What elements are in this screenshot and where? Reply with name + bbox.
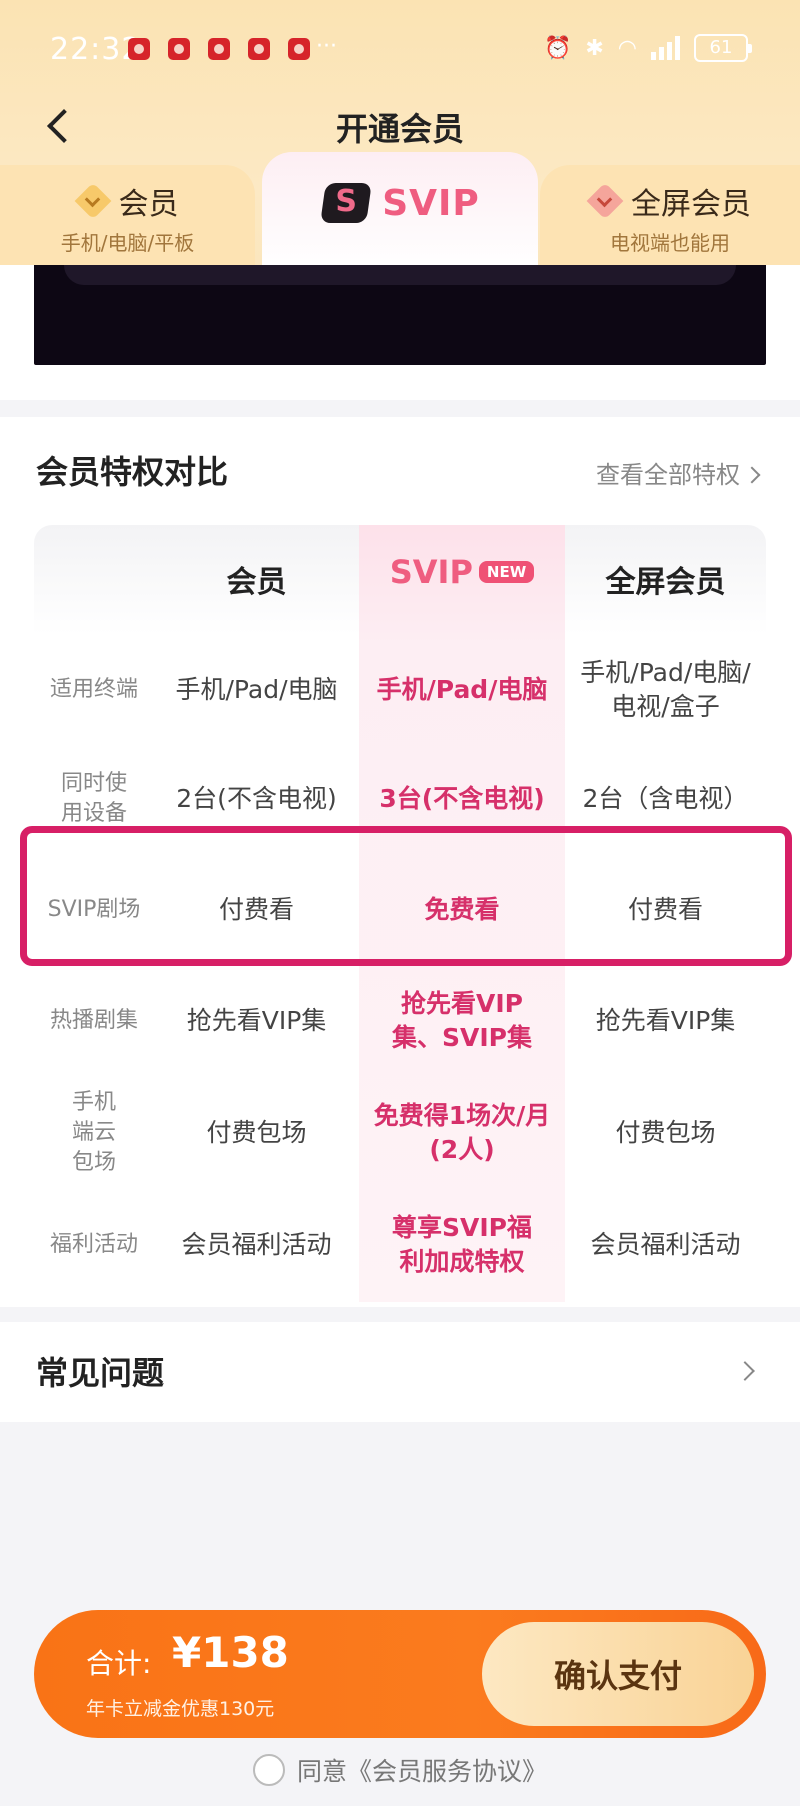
heart-pink-icon — [589, 186, 621, 216]
tab-fullscreen-subtitle: 电视端也能用 — [610, 231, 730, 255]
notification-icons — [128, 38, 310, 60]
tab-member[interactable]: 会员 手机/电脑/平板 — [0, 165, 255, 265]
column-header-member: 会员 — [226, 565, 287, 600]
service-agreement-link[interactable]: 同意《会员服务协议》 — [297, 1752, 547, 1788]
row-label: 福利活动 — [49, 1232, 138, 1258]
svip-value: 免费得1场次/月(2人) — [373, 1101, 551, 1164]
tab-fullscreen-title: 全屏会员 — [631, 187, 751, 222]
wifi-icon: ◠ — [617, 35, 637, 61]
row-label: 同时使用设备 — [60, 771, 127, 826]
table-row: 热播剧集 抢先看VIP集 抢先看VIP集、SVIP集 抢先看VIP集 — [34, 965, 766, 1077]
agree-checkbox[interactable] — [252, 1754, 285, 1786]
view-all-privileges-link[interactable]: 查看全部特权 — [596, 455, 758, 490]
svip-value: 手机/Pad/电脑 — [376, 675, 548, 705]
tab-member-subtitle: 手机/电脑/平板 — [60, 231, 195, 255]
faq-row[interactable]: 常见问题 — [0, 1322, 800, 1422]
chevron-right-icon — [735, 1361, 755, 1381]
svip-value: 3台(不含电视) — [379, 784, 545, 814]
page-title: 开通会员 — [335, 110, 464, 148]
more-notifications-icon: ··· — [316, 34, 337, 59]
fullscreen-value: 抢先看VIP集 — [595, 1006, 736, 1036]
fullscreen-value: 付费包场 — [615, 1118, 716, 1148]
app-notification-icon — [208, 38, 230, 60]
battery-icon: 61 — [694, 34, 752, 62]
app-notification-icon — [288, 38, 310, 60]
member-value: 2台(不含电视) — [176, 784, 337, 814]
column-header-svip: SVIP NEW — [359, 553, 565, 591]
fullscreen-value: 2台（含电视） — [582, 784, 749, 814]
row-label: 热播剧集 — [49, 1008, 138, 1034]
status-bar: 22:32 ··· ⏰ ✱ ◠ 61 — [0, 0, 800, 100]
faq-title: 常见问题 — [36, 1354, 165, 1392]
system-icons: ⏰ ✱ ◠ 61 — [543, 34, 752, 62]
svip-theater-highlight-box — [20, 826, 792, 966]
row-label: 适用终端 — [49, 677, 138, 703]
column-header-fullscreen: 全屏会员 — [605, 565, 726, 600]
svip-value: 尊享SVIP福利加成特权 — [392, 1213, 532, 1276]
tab-member-title: 会员 — [118, 187, 179, 222]
app-notification-icon — [248, 38, 270, 60]
total-label: 合计: — [86, 1647, 152, 1680]
discount-text: 年卡立减金优惠130元 — [86, 1698, 275, 1720]
table-row: 福利活动 会员福利活动 尊享SVIP福利加成特权 会员福利活动 — [34, 1189, 766, 1301]
new-tag: NEW — [478, 561, 535, 583]
member-value: 抢先看VIP集 — [186, 1006, 327, 1036]
table-row: 适用终端 手机/Pad/电脑 手机/Pad/电脑 手机/Pad/电脑/电视/盒子 — [34, 637, 766, 743]
fullscreen-value: 手机/Pad/电脑/电视/盒子 — [580, 658, 751, 721]
member-value: 付费包场 — [206, 1118, 307, 1148]
alarm-icon: ⏰ — [543, 35, 572, 61]
tab-svip-title: SVIP — [382, 182, 480, 224]
confirm-payment-button[interactable]: 确认支付 — [482, 1622, 754, 1726]
tab-fullscreen-member[interactable]: 全屏会员 电视端也能用 — [540, 165, 800, 265]
signal-icon — [651, 36, 680, 60]
member-value: 手机/Pad/电脑 — [175, 675, 338, 705]
agreement-row: 同意《会员服务协议》 — [0, 1752, 800, 1788]
tab-svip[interactable]: S SVIP — [262, 152, 538, 270]
svip-banner — [34, 265, 766, 365]
payment-bar: 合计: ¥138 年卡立减金优惠130元 确认支付 — [34, 1610, 766, 1738]
total-amount: ¥138 — [172, 1628, 289, 1677]
bluetooth-icon: ✱ — [585, 35, 604, 61]
svip-value: 抢先看VIP集、SVIP集 — [392, 989, 532, 1052]
section-title: 会员特权对比 — [36, 453, 229, 491]
fullscreen-value: 会员福利活动 — [590, 1230, 741, 1260]
app-notification-icon — [168, 38, 190, 60]
heart-gold-icon — [77, 186, 109, 216]
row-label: 手机端云包场 — [71, 1090, 116, 1175]
table-row: 手机端云包场 付费包场 免费得1场次/月(2人) 付费包场 — [34, 1077, 766, 1189]
member-value: 会员福利活动 — [181, 1230, 332, 1260]
plan-card — [0, 265, 800, 400]
app-notification-icon — [128, 38, 150, 60]
svip-badge-icon: S — [320, 180, 372, 226]
